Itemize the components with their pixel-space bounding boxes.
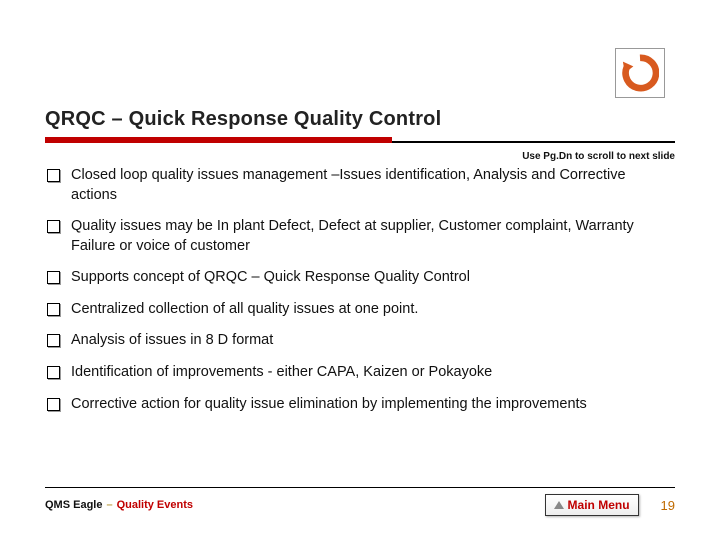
footer-brand: QMS Eagle xyxy=(45,499,102,511)
slide-footer: QMS Eagle – Quality Events Main Menu 19 xyxy=(45,487,675,516)
list-item: Analysis of issues in 8 D format xyxy=(45,331,675,351)
curved-arrow-icon xyxy=(621,54,659,92)
list-item: Supports concept of QRQC – Quick Respons… xyxy=(45,268,675,288)
slide-title: QRQC – Quick Response Quality Control xyxy=(45,108,675,131)
page-number: 19 xyxy=(661,498,675,513)
title-rule xyxy=(45,137,675,143)
list-item: Identification of improvements - either … xyxy=(45,363,675,383)
footer-separator: – xyxy=(106,499,112,511)
list-item: Closed loop quality issues management –I… xyxy=(45,166,675,205)
footer-section: Quality Events xyxy=(117,499,193,511)
list-item: Corrective action for quality issue elim… xyxy=(45,395,675,415)
bullet-list: Closed loop quality issues management –I… xyxy=(45,166,675,414)
slide: QRQC – Quick Response Quality Control Us… xyxy=(0,0,720,540)
list-item: Quality issues may be In plant Defect, D… xyxy=(45,217,675,256)
main-menu-label: Main Menu xyxy=(568,498,630,512)
brand-logo xyxy=(615,48,665,98)
main-menu-button[interactable]: Main Menu xyxy=(545,494,639,516)
up-arrow-icon xyxy=(554,501,564,509)
list-item: Centralized collection of all quality is… xyxy=(45,300,675,320)
scroll-hint: Use Pg.Dn to scroll to next slide xyxy=(45,151,675,162)
